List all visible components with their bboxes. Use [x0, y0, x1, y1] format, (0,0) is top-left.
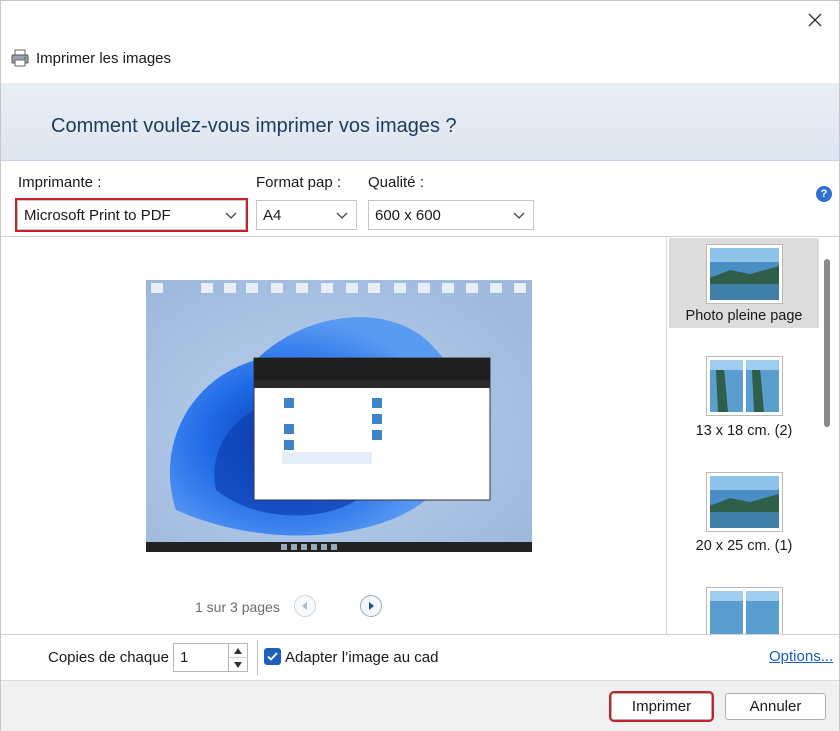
fit-image-checkbox[interactable] — [264, 648, 281, 665]
copies-input[interactable]: 1 — [173, 643, 229, 672]
printer-select[interactable]: Microsoft Print to PDF — [15, 198, 248, 232]
layout-thumbnail — [706, 472, 783, 532]
close-button[interactable] — [803, 9, 827, 31]
layout-20x25[interactable]: 20 x 25 cm. (1) — [669, 466, 819, 566]
increment-button[interactable] — [229, 644, 247, 658]
options-link[interactable]: Options... — [769, 648, 833, 665]
layout-thumbnail — [706, 356, 783, 416]
arrow-left-icon — [302, 602, 307, 610]
layout-full-page[interactable]: Photo pleine page — [669, 238, 819, 328]
print-settings-bar: Imprimante : Microsoft Print to PDF Form… — [1, 161, 839, 237]
layout-13x18[interactable]: 13 x 18 cm. (2) — [669, 348, 819, 448]
divider — [257, 640, 258, 676]
fit-image-label: Adapter l’image au cad — [285, 649, 439, 666]
quality-value: 600 x 600 — [375, 206, 441, 224]
preview-image — [146, 280, 532, 552]
cancel-button[interactable]: Annuler — [725, 693, 826, 720]
previous-page-button[interactable] — [294, 595, 316, 617]
window-title: Imprimer les images — [36, 50, 172, 67]
chevron-down-icon — [513, 212, 525, 219]
quality-select[interactable]: 600 x 600 — [368, 200, 534, 230]
paper-size-label: Format pap : — [256, 174, 342, 191]
paper-size-select[interactable]: A4 — [256, 200, 357, 230]
chevron-down-icon — [336, 212, 348, 219]
layout-label: Photo pleine page — [685, 308, 803, 324]
print-button[interactable]: Imprimer — [609, 691, 714, 722]
next-page-button[interactable] — [360, 595, 382, 617]
paper-size-value: A4 — [263, 206, 282, 224]
chevron-down-icon — [225, 212, 237, 219]
copies-label: Copies de chaque — [48, 649, 169, 666]
page-counter: 1 sur 3 pages — [195, 599, 280, 615]
two-portrait-thumbnail — [710, 360, 779, 412]
quality-label: Qualité : — [368, 174, 424, 191]
chevron-down-icon — [234, 662, 242, 668]
two-portrait-thumbnail — [710, 591, 779, 634]
landscape-thumbnail — [710, 476, 779, 528]
layout-label: 20 x 25 cm. (1) — [695, 538, 793, 554]
header-banner: Comment voulez-vous imprimer vos images … — [1, 83, 839, 161]
layout-thumbnail — [706, 244, 783, 304]
checkmark-icon — [267, 652, 278, 661]
printer-label: Imprimante : — [18, 174, 102, 191]
printer-value: Microsoft Print to PDF — [24, 206, 171, 224]
page-title: Comment voulez-vous imprimer vos images … — [51, 115, 457, 137]
printer-icon — [11, 49, 29, 67]
layout-label: 13 x 18 cm. (2) — [695, 423, 793, 439]
chevron-up-icon — [234, 647, 242, 654]
title-bar: Imprimer les images — [1, 1, 839, 83]
help-icon[interactable]: ? — [816, 186, 832, 202]
dialog-footer: Imprimer Annuler — [1, 680, 839, 731]
options-bar: Copies de chaque 1 Adapter l’image au ca… — [1, 634, 839, 680]
arrow-right-icon — [369, 602, 374, 610]
decrement-button[interactable] — [229, 658, 247, 672]
layout-scrollbar[interactable] — [824, 259, 830, 427]
print-dialog-window: Imprimer les images Comment voulez-vous … — [0, 0, 840, 731]
layout-thumbnail — [706, 587, 783, 634]
copies-stepper — [229, 643, 248, 672]
close-icon — [808, 13, 822, 27]
print-preview: 1 sur 3 pages — [1, 238, 666, 634]
layout-list: Photo pleine page 13 x 18 cm. (2) 20 x 2… — [666, 238, 839, 634]
layout-more[interactable] — [669, 583, 819, 634]
landscape-thumbnail — [710, 248, 779, 300]
